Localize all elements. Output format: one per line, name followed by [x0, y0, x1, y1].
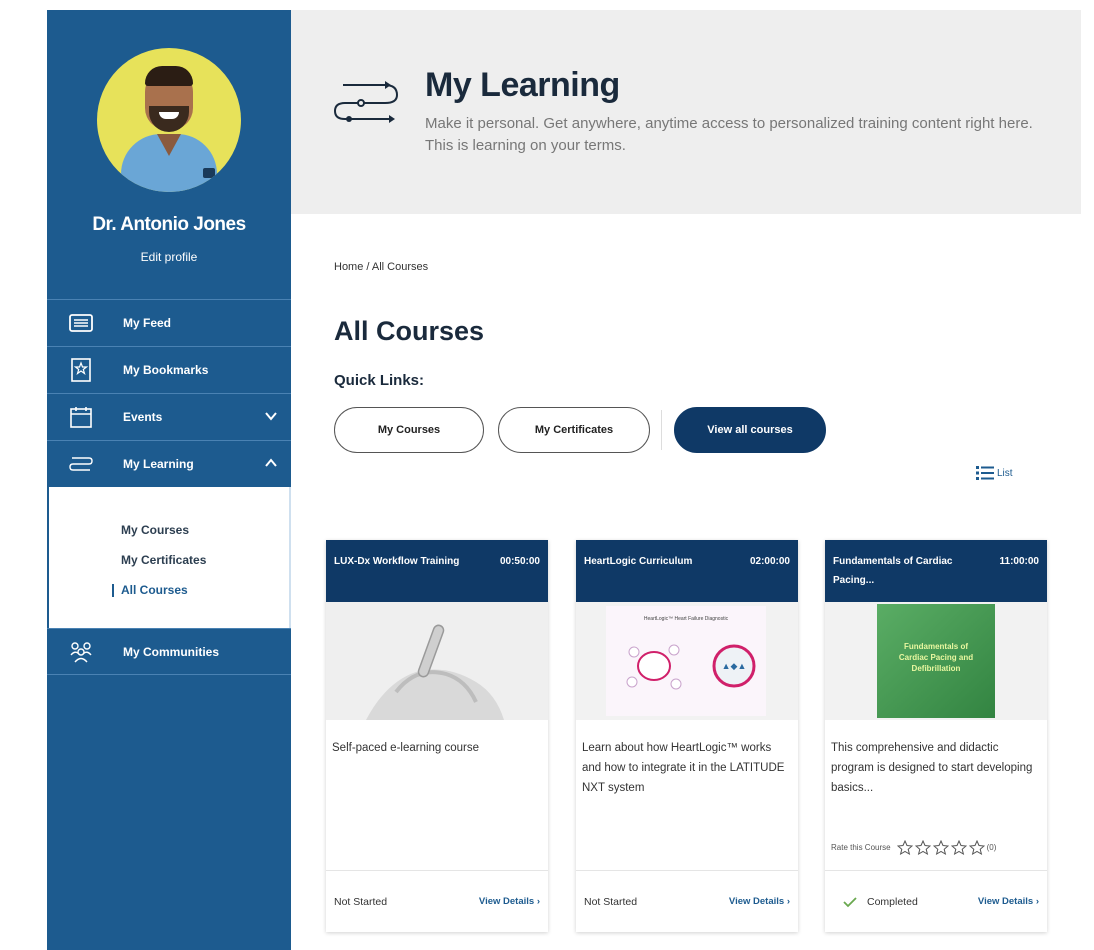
sidebar-item-label: My Learning [123, 457, 194, 471]
avatar[interactable] [97, 48, 241, 192]
sidebar-item-label: My Bookmarks [123, 363, 209, 377]
hero-description: Make it personal. Get anywhere, anytime … [425, 115, 1033, 154]
card-status: Not Started [584, 895, 638, 908]
card-image: Fundamentals of Cardiac Pacing and Defib… [825, 602, 1047, 720]
view-all-courses-button[interactable]: View all courses [674, 407, 826, 453]
star-icon[interactable] [932, 840, 949, 855]
star-icon[interactable] [968, 840, 985, 855]
card-image [326, 602, 548, 720]
subnav-item-my-courses[interactable]: My Courses [49, 515, 289, 545]
divider [661, 410, 662, 450]
list-view-toggle[interactable]: List [976, 465, 1013, 481]
checkmark-icon [843, 896, 857, 907]
quick-links-title: Quick Links: [334, 372, 425, 389]
svg-text:Cardiac Pacing and: Cardiac Pacing and [899, 653, 973, 662]
card-description: Learn about how HeartLogic™ works and ho… [582, 742, 785, 794]
card-duration: 02:00:00 [749, 556, 790, 567]
card-footer: Not Started View Details › [576, 870, 798, 932]
list-icon [976, 466, 994, 480]
svg-text:Defibrillation: Defibrillation [912, 664, 961, 673]
svg-text:Fundamentals of: Fundamentals of [904, 642, 968, 651]
page-title: All Courses [334, 316, 485, 346]
chevron-up-icon[interactable] [263, 455, 279, 471]
card-title: LUX-Dx Workflow Training [334, 556, 460, 567]
communities-icon [67, 640, 95, 664]
image-caption: HeartLogic™ Heart Failure Diagnostic [644, 616, 729, 622]
card-title: Fundamentals of Cardiac Pacing... [833, 556, 953, 586]
subnav-item-all-courses[interactable]: All Courses [49, 575, 289, 605]
sidebar-item-label: My Communities [123, 644, 220, 659]
breadcrumb[interactable]: Home / All Courses [334, 261, 428, 273]
card-header: LUX-Dx Workflow Training 00:50:00 [326, 540, 548, 602]
sidebar-item-label: Events [123, 410, 163, 424]
course-card[interactable]: HeartLogic Curriculum 02:00:00 HeartLogi… [576, 540, 798, 932]
card-footer: Completed View Details › [825, 870, 1047, 932]
chevron-down-icon[interactable] [263, 408, 279, 424]
sidebar-item-label: My Feed [123, 316, 172, 330]
sidebar-nav: My Feed My Bookmarks Events My Learning … [47, 299, 291, 675]
course-card[interactable]: Fundamentals of Cardiac Pacing... 11:00:… [825, 540, 1047, 932]
course-card[interactable]: LUX-Dx Workflow Training 00:50:00 Self-p… [326, 540, 548, 932]
card-duration: 11:00:00 [999, 556, 1039, 567]
star-icon[interactable] [896, 840, 913, 855]
rating-count: (0) [986, 843, 997, 852]
sidebar-item-events[interactable]: Events [47, 393, 291, 440]
view-details-link[interactable]: View Details › [479, 896, 540, 907]
my-courses-button[interactable]: My Courses [334, 407, 484, 453]
edit-profile-link[interactable]: Edit profile [47, 250, 291, 264]
card-status: Not Started [334, 895, 388, 908]
card-duration: 00:50:00 [499, 556, 540, 567]
card-header: Fundamentals of Cardiac Pacing... 11:00:… [825, 540, 1047, 602]
course-rating: Rate this Course (0) [831, 840, 996, 855]
hero-banner: My Learning Make it personal. Get anywhe… [291, 10, 1081, 214]
learning-path-icon [67, 452, 95, 476]
card-title: HeartLogic Curriculum [584, 556, 693, 567]
feed-icon [67, 311, 95, 335]
bookmark-icon [67, 358, 95, 382]
card-status: Completed [833, 896, 918, 908]
card-header: HeartLogic Curriculum 02:00:00 [576, 540, 798, 602]
rate-label: Rate this Course [831, 843, 891, 852]
star-icon[interactable] [914, 840, 931, 855]
profile-name: Dr. Antonio Jones [92, 214, 246, 235]
my-certificates-button[interactable]: My Certificates [498, 407, 650, 453]
sidebar-item-my-feed[interactable]: My Feed [47, 299, 291, 346]
sidebar-item-my-learning[interactable]: My Learning [47, 440, 291, 487]
card-description: Self-paced e-learning course [332, 742, 480, 754]
sidebar: Dr. Antonio Jones Edit profile My Feed M… [47, 10, 291, 950]
sidebar-item-my-bookmarks[interactable]: My Bookmarks [47, 346, 291, 393]
card-image: HeartLogic™ Heart Failure Diagnostic ▲◆▲ [576, 602, 798, 720]
subnav-item-my-certificates[interactable]: My Certificates [49, 545, 289, 575]
view-details-link[interactable]: View Details › [729, 896, 790, 907]
list-toggle-label: List [997, 467, 1013, 479]
sidebar-item-my-communities[interactable]: My Communities [47, 628, 291, 675]
view-details-link[interactable]: View Details › [978, 896, 1039, 907]
star-icon[interactable] [950, 840, 967, 855]
card-status-label: Completed [867, 895, 918, 908]
svg-text:▲◆▲: ▲◆▲ [722, 661, 747, 671]
calendar-icon [67, 405, 95, 429]
learning-subnav: My Courses My Certificates All Courses [47, 487, 291, 628]
learning-path-icon [333, 81, 399, 123]
hero-title: My Learning [425, 66, 620, 104]
card-footer: Not Started View Details › [326, 870, 548, 932]
